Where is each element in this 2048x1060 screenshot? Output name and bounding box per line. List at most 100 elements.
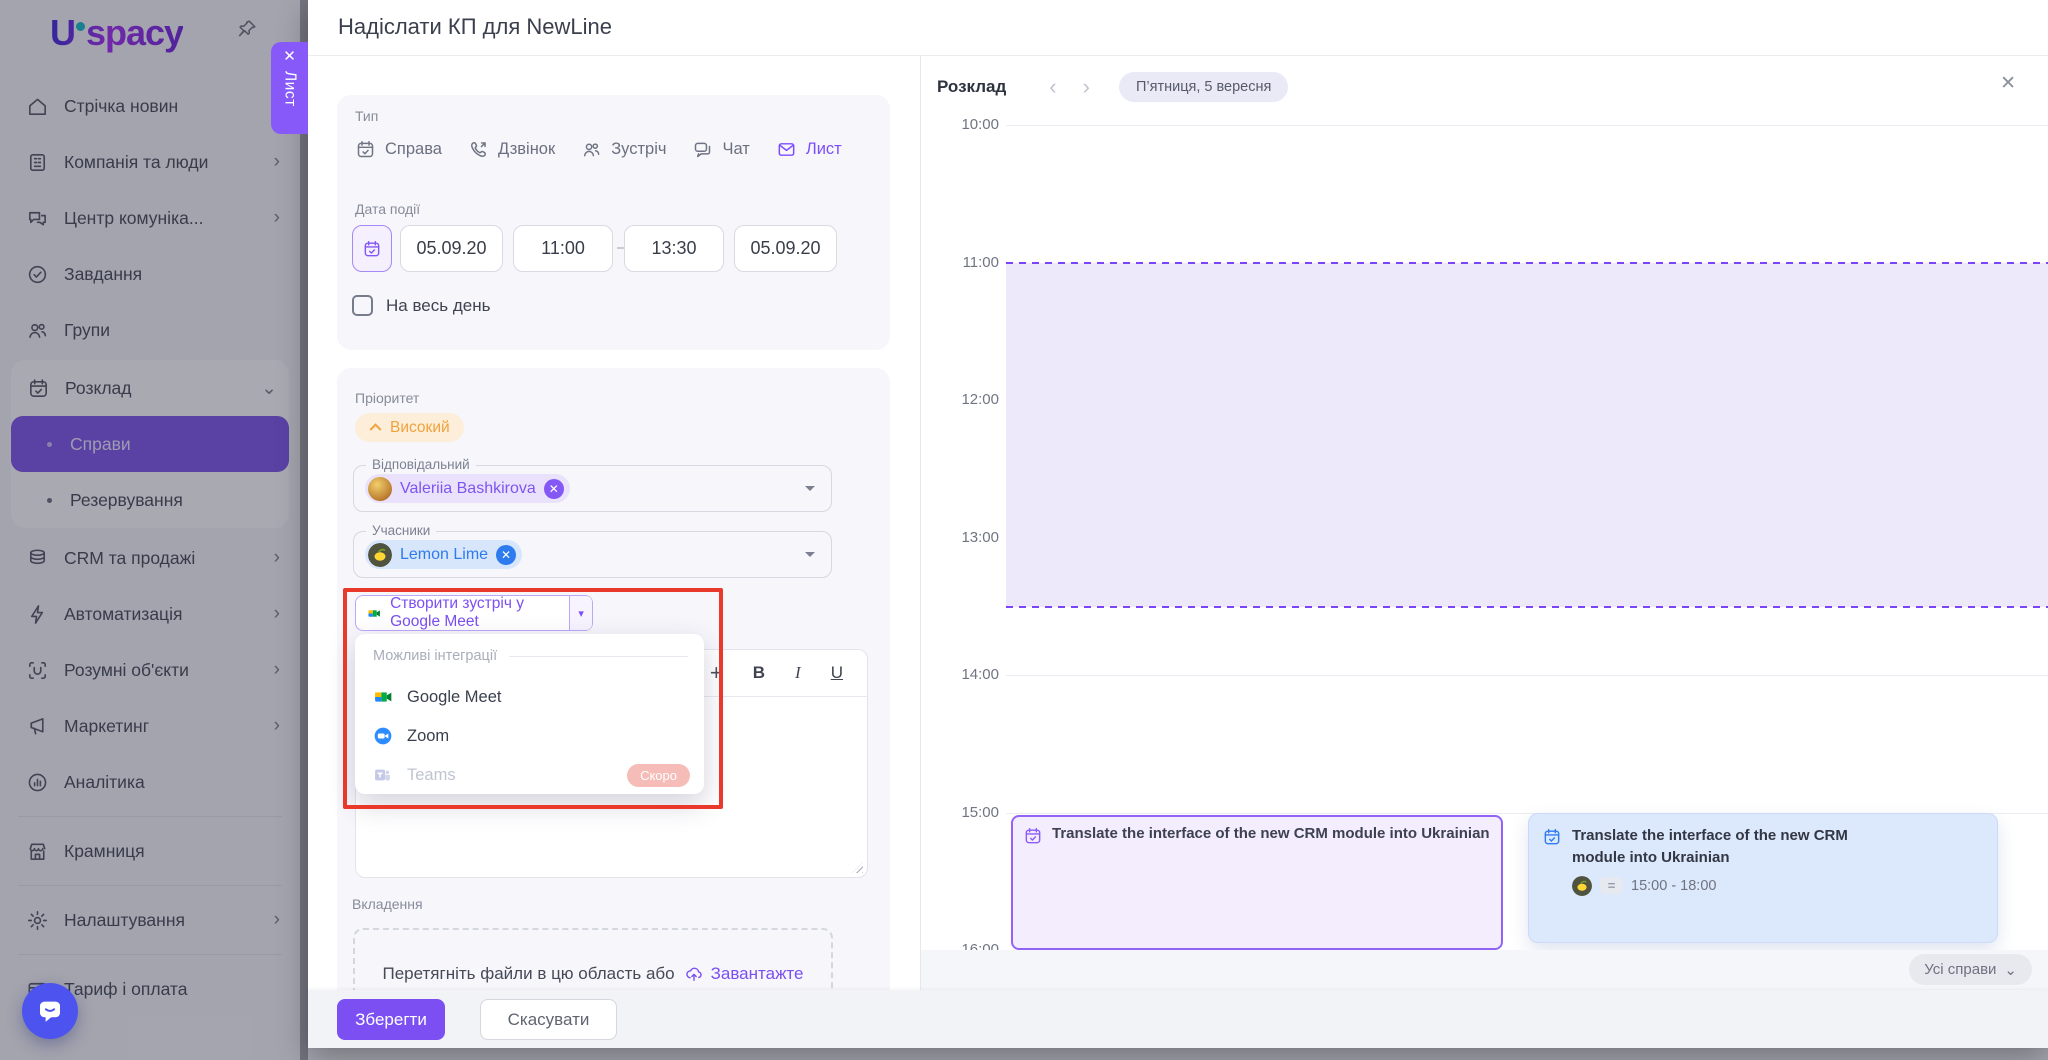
time-label: 10:00: [929, 118, 999, 133]
start-time-input[interactable]: 11:00: [513, 225, 613, 272]
menu-item-label: Zoom: [407, 727, 449, 746]
task-calendar-icon: [355, 139, 376, 160]
participant-chip-label: Lemon Lime: [400, 546, 488, 564]
date-chip[interactable]: П’ятниця, 5 вересня: [1119, 72, 1288, 102]
meet-icon: [373, 687, 393, 707]
create-meet-button[interactable]: Створити зустріч у Google Meet ▾: [355, 595, 593, 631]
time-label: 16:00: [929, 941, 999, 950]
all-day-checkbox[interactable]: [352, 295, 373, 316]
people-icon: [581, 139, 602, 160]
menu-item-zoom[interactable]: Zoom: [355, 717, 704, 755]
time-label: 14:00: [929, 666, 999, 683]
support-chat-fab[interactable]: [22, 983, 78, 1039]
type-option-зустріч[interactable]: Зустріч: [581, 139, 666, 160]
tab-letter-label: Лист: [281, 71, 299, 107]
calendar-grid[interactable]: 10:0011:0012:0013:0014:0015:0016:00 Tran…: [921, 118, 2048, 950]
avatar: [368, 477, 392, 501]
type-option-лист[interactable]: Лист: [776, 139, 842, 160]
cancel-button[interactable]: Скасувати: [480, 999, 617, 1040]
cloud-upload-icon: [684, 964, 704, 984]
type-option-справа[interactable]: Справа: [355, 139, 442, 160]
dropzone-text: Перетягніть файли в цю область або: [383, 964, 675, 984]
calendar-event[interactable]: Translate the interface of the new CRM m…: [1011, 815, 1503, 950]
avatar: [1572, 876, 1592, 896]
type-option-label: Справа: [385, 140, 442, 159]
calendar-picker-button[interactable]: [352, 225, 392, 272]
underline-button[interactable]: U: [831, 663, 843, 683]
hour-gridline: [1006, 675, 2048, 676]
modal-titlebar: Надіслати КП для NewLine: [308, 0, 2048, 56]
menu-item-label: Google Meet: [407, 688, 501, 707]
remove-chip-icon[interactable]: ✕: [496, 545, 516, 565]
dropdown-caret-icon[interactable]: [805, 486, 815, 496]
coming-soon-badge: Скоро: [627, 764, 690, 787]
close-tab-icon[interactable]: ✕: [283, 49, 296, 64]
remove-chip-icon[interactable]: ✕: [544, 479, 564, 499]
next-day-button[interactable]: ›: [1070, 74, 1103, 100]
participants-field[interactable]: Учасники Lemon Lime ✕: [353, 531, 832, 578]
task-calendar-icon: [1542, 827, 1562, 847]
all-day-row[interactable]: На весь день: [352, 295, 490, 316]
event-tooltip-card[interactable]: Translate the interface of the new CRM m…: [1528, 813, 1998, 943]
chat-icon: [692, 139, 713, 160]
chevron-up-icon: [369, 421, 382, 434]
activity-modal: ✕ Лист Надіслати КП для NewLine Тип Спра…: [308, 0, 2048, 1048]
end-time-input[interactable]: 13:30: [624, 225, 724, 272]
participants-label: Учасники: [366, 523, 436, 538]
menu-item-google-meet[interactable]: Google Meet: [355, 678, 704, 716]
responsible-field[interactable]: Відповідальний Valeriia Bashkirova ✕: [353, 465, 832, 512]
modal-title: Надіслати КП для NewLine: [338, 14, 612, 40]
mail-icon: [776, 139, 797, 160]
create-meet-label: Створити зустріч у Google Meet: [390, 595, 558, 631]
task-calendar-icon: [1023, 826, 1043, 846]
event-title: Translate the interface of the new CRM m…: [1052, 825, 1490, 940]
tab-letter[interactable]: ✕ Лист: [271, 42, 308, 134]
schedule-footer: Усі справи ⌄: [921, 950, 2048, 990]
time-label: 12:00: [929, 391, 999, 408]
start-date-input[interactable]: 05.09.20: [400, 225, 503, 272]
time-label: 15:00: [929, 804, 999, 821]
dropdown-caret-icon[interactable]: [805, 552, 815, 562]
schedule-title: Розклад: [937, 77, 1006, 97]
bold-button[interactable]: B: [753, 663, 765, 683]
hour-gridline: [1006, 125, 2048, 126]
meet-split-caret[interactable]: ▾: [569, 596, 592, 630]
integrations-menu-header: Можливі інтеграції: [373, 648, 497, 664]
priority-value: Високий: [390, 419, 450, 437]
type-label: Тип: [355, 108, 378, 124]
type-option-чат[interactable]: Чат: [692, 139, 749, 160]
modal-footer: Зберегти Скасувати: [308, 990, 2048, 1048]
integrations-menu: Можливі інтеграції Google Meet Zoom Teams С…: [355, 634, 704, 794]
prev-day-button[interactable]: ‹: [1036, 74, 1069, 100]
filter-all-tasks[interactable]: Усі справи ⌄: [1909, 954, 2032, 985]
participant-chip[interactable]: Lemon Lime ✕: [365, 540, 522, 569]
responsible-chip-label: Valeriia Bashkirova: [400, 480, 536, 498]
all-day-label: На весь день: [386, 296, 490, 316]
avatar: [368, 543, 392, 567]
type-option-label: Чат: [722, 140, 749, 159]
type-option-label: Лист: [806, 140, 842, 159]
type-options: Справа Дзвінок Зустріч Чат Лист: [355, 139, 842, 160]
upload-link[interactable]: Завантажте: [684, 964, 804, 984]
chat-bubble-icon: [35, 996, 65, 1026]
menu-item-teams: Teams Скоро: [355, 756, 704, 794]
priority-label: Пріоритет: [355, 390, 419, 406]
responsible-label: Відповідальний: [366, 457, 476, 472]
save-button[interactable]: Зберегти: [337, 999, 445, 1040]
type-option-label: Зустріч: [611, 140, 666, 159]
end-date-input[interactable]: 05.09.20: [734, 225, 837, 272]
italic-button[interactable]: I: [795, 663, 801, 683]
phone-icon: [468, 139, 489, 160]
insert-button[interactable]: +: [710, 660, 723, 686]
close-schedule-icon[interactable]: ✕: [2000, 72, 2016, 95]
resize-handle[interactable]: [852, 862, 863, 873]
type-option-дзвінок[interactable]: Дзвінок: [468, 139, 555, 160]
google-meet-icon: [367, 604, 381, 623]
responsible-chip[interactable]: Valeriia Bashkirova ✕: [365, 474, 570, 503]
teams-icon: [373, 765, 393, 785]
priority-badge[interactable]: Високий: [355, 413, 464, 442]
event-title: Translate the interface of the new CRM m…: [1572, 825, 1857, 869]
schedule-header: Розклад ‹ › П’ятниця, 5 вересня ✕: [921, 56, 2048, 118]
calendar-icon: [362, 239, 382, 259]
menu-item-label: Teams: [407, 766, 456, 785]
